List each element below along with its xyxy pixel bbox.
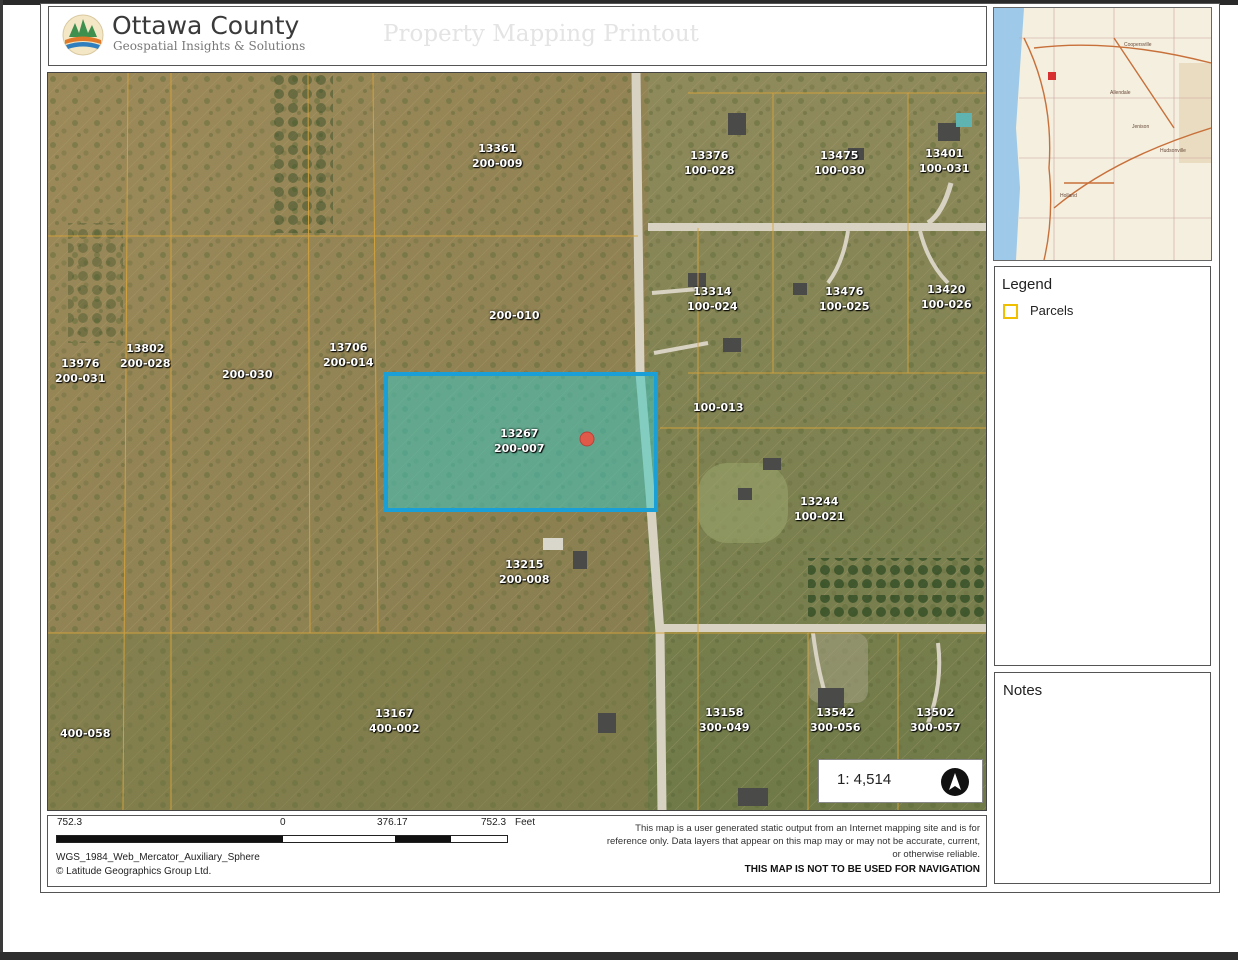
document-title: Property Mapping Printout <box>383 21 699 47</box>
footer: 752.3 0 376.17 752.3 Feet WGS_1984_Web_M… <box>47 815 987 887</box>
parcel-label: 13376 100-028 <box>684 149 735 177</box>
parcel-label: 13706 200-014 <box>323 341 374 369</box>
notes-title: Notes <box>1003 682 1043 699</box>
org-tagline: Geospatial Insights & Solutions <box>113 39 306 53</box>
parcel-label: 13167 400-002 <box>369 707 420 735</box>
parcel-label: 13802 200-028 <box>120 342 171 370</box>
scalebar-unit: Feet <box>515 817 536 828</box>
projection-text: WGS_1984_Web_Mercator_Auxiliary_Sphere <box>56 852 260 863</box>
parcel-label-selected: 13267 200-007 <box>494 427 545 455</box>
parcel-label: 13475 100-030 <box>814 149 865 177</box>
parcel-label: 400-058 <box>60 727 111 740</box>
north-arrow-icon <box>941 768 969 796</box>
parcel-label: 100-013 <box>693 401 744 414</box>
scalebar-label-left: 752.3 <box>57 817 83 828</box>
map-scale-box: 1: 4,514 <box>818 759 983 803</box>
parcel-label: 13314 100-024 <box>687 285 738 313</box>
parcel-label: 13976 200-031 <box>55 357 106 385</box>
inset-place-label: Jenison <box>1132 124 1150 130</box>
parcel-label: 13542 300-056 <box>810 706 861 734</box>
county-logo-icon <box>62 14 104 56</box>
header: Ottawa County Geospatial Insights & Solu… <box>48 6 987 66</box>
scalebar <box>56 835 508 843</box>
inset-location-marker-icon <box>1048 72 1056 80</box>
parcel-label: 13401 100-031 <box>919 147 970 175</box>
scale-ratio: 1: 4,514 <box>837 771 892 788</box>
legend-item-parcels: Parcels <box>1030 303 1074 318</box>
copyright-text: © Latitude Geographics Group Ltd. <box>56 866 212 877</box>
scan-left-edge <box>0 0 3 960</box>
org-name: Ottawa County <box>112 11 300 40</box>
scalebar-label-right: 752.3 <box>481 817 507 828</box>
inset-place-label: Holland <box>1060 193 1077 199</box>
parcel-label: 13502 300-057 <box>910 706 961 734</box>
inset-place-label: Allendale <box>1110 90 1131 96</box>
scalebar-label-mid: 376.17 <box>377 817 408 828</box>
inset-place-label: Hudsonville <box>1160 148 1186 154</box>
property-marker-icon <box>579 431 595 447</box>
parcel-label: 13420 100-026 <box>921 283 972 311</box>
parcels-swatch-icon <box>1003 304 1018 319</box>
parcel-label: 13215 200-008 <box>499 558 550 586</box>
parcel-label: 200-030 <box>222 368 273 381</box>
notes-panel: Notes <box>994 672 1211 884</box>
scan-bottom-edge <box>0 952 1238 960</box>
scalebar-label-zero: 0 <box>280 817 286 828</box>
inset-place-label: Coopersville <box>1124 42 1152 48</box>
legend-panel: Legend Parcels <box>994 266 1211 666</box>
parcel-label: 13476 100-025 <box>819 285 870 313</box>
parcel-label: 13158 300-049 <box>699 706 750 734</box>
navigation-warning: THIS MAP IS NOT TO BE USED FOR NAVIGATIO… <box>744 864 980 875</box>
disclaimer-text: This map is a user generated static outp… <box>606 823 980 860</box>
parcel-label: 200-010 <box>489 309 540 322</box>
parcel-label: 13244 100-021 <box>794 495 845 523</box>
inset-locator-map[interactable]: Jenison Allendale Hudsonville Coopersvil… <box>993 7 1212 261</box>
inset-map-graphic <box>994 8 1211 260</box>
parcel-label: 13361 200-009 <box>472 142 523 170</box>
aerial-map[interactable]: 13361 200-009 13376 100-028 13475 100-030 1… <box>47 72 987 811</box>
legend-title: Legend <box>1002 276 1053 293</box>
